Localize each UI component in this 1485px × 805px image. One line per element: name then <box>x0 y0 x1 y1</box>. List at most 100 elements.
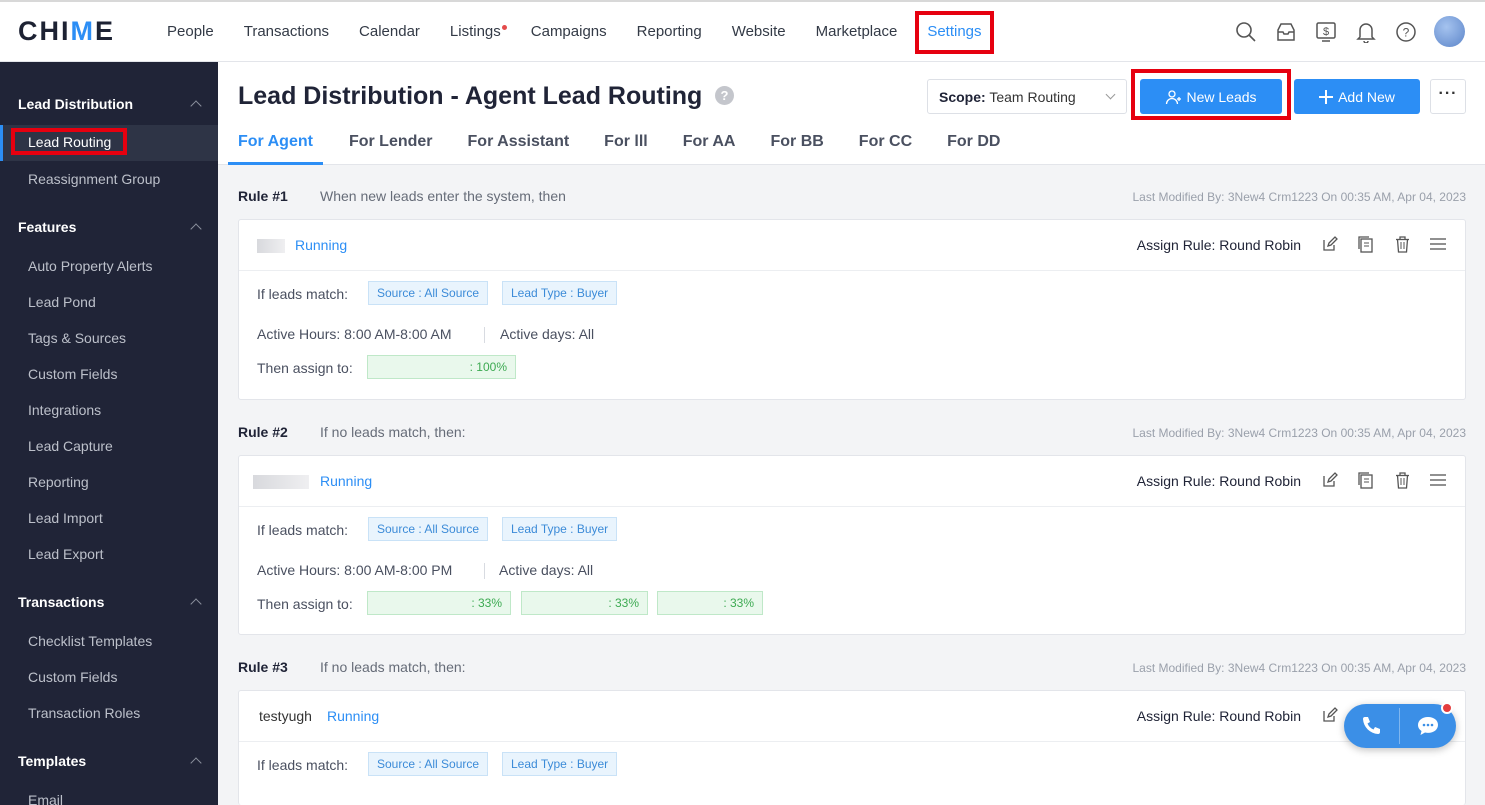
rule-description: If no leads match, then: <box>320 659 466 675</box>
rule-card: testyugh Running Assign Rule: Round Robi… <box>238 690 1466 805</box>
assign-rule-label: Assign Rule: Round Robin <box>1136 708 1301 724</box>
chevron-up-icon[interactable] <box>190 100 202 112</box>
drag-handle-icon[interactable] <box>1429 235 1447 253</box>
sidebar-item-lead-import[interactable]: Lead Import <box>28 510 103 526</box>
nav-people[interactable]: People <box>152 2 229 62</box>
tab-for-aa[interactable]: For AA <box>683 133 736 165</box>
tab-for-agent[interactable]: For Agent <box>228 133 323 165</box>
rule-description: If no leads match, then: <box>320 424 466 440</box>
assign-label: Then assign to: <box>257 596 353 612</box>
status-running: Running <box>295 237 348 253</box>
rule-description: When new leads enter the system, then <box>320 188 566 204</box>
sidebar-item-integrations[interactable]: Integrations <box>28 402 101 418</box>
assignee-chip: : 33% <box>657 591 763 615</box>
source-tag: Source : All Source <box>368 281 489 305</box>
status-running: Running <box>327 708 380 724</box>
assign-rule-label: Assign Rule: Round Robin <box>1136 473 1301 489</box>
lead-type-tag: Lead Type : Buyer <box>502 281 618 305</box>
tab-for-cc[interactable]: For CC <box>859 133 912 165</box>
nav-listings[interactable]: Listings <box>435 2 516 62</box>
nav-calendar[interactable]: Calendar <box>344 2 435 62</box>
active-hours: Active Hours: 8:00 AM-8:00 PM <box>257 562 453 578</box>
source-tag: Source : All Source <box>368 752 489 776</box>
drag-handle-icon[interactable] <box>1429 471 1447 489</box>
search-icon[interactable] <box>1234 20 1258 44</box>
avatar[interactable] <box>1434 16 1465 47</box>
tab-for-lender[interactable]: For Lender <box>349 133 433 165</box>
page-title: Lead Distribution - Agent Lead Routing <box>238 82 703 110</box>
divider <box>1399 708 1400 744</box>
sidebar-item-reporting[interactable]: Reporting <box>28 474 89 490</box>
add-new-button[interactable]: Add New <box>1294 79 1420 114</box>
rule-header: Rule #3 If no leads match, then: Last Mo… <box>238 659 1466 675</box>
rule-header: Rule #2 If no leads match, then: Last Mo… <box>238 424 1466 440</box>
help-icon[interactable]: ? <box>715 86 734 105</box>
new-leads-button[interactable]: New Leads <box>1140 79 1282 114</box>
sidebar-item-email[interactable]: Email <box>28 792 63 805</box>
assignee-chip: : 100% <box>367 355 516 379</box>
top-navbar: CHIME People Transactions Calendar Listi… <box>0 0 1485 62</box>
copy-icon[interactable] <box>1357 471 1375 489</box>
nav-marketplace[interactable]: Marketplace <box>801 2 913 62</box>
sidebar-item-auto-property-alerts[interactable]: Auto Property Alerts <box>28 258 153 274</box>
main-content: Lead Distribution - Agent Lead Routing ?… <box>218 62 1485 805</box>
phone-icon[interactable] <box>1360 715 1382 742</box>
more-options-button[interactable]: ··· <box>1430 79 1466 114</box>
sidebar-item-tags-sources[interactable]: Tags & Sources <box>28 330 126 346</box>
edit-icon[interactable] <box>1321 235 1339 253</box>
redacted-name <box>253 475 309 489</box>
active-days: Active days: All <box>500 326 595 342</box>
notification-dot <box>501 25 507 30</box>
edit-icon[interactable] <box>1321 706 1339 724</box>
sidebar-item-custom-fields[interactable]: Custom Fields <box>28 366 117 382</box>
sidebar-item-lead-export[interactable]: Lead Export <box>28 546 104 562</box>
chevron-up-icon[interactable] <box>190 757 202 769</box>
rule-number: Rule #3 <box>238 659 288 675</box>
nav-campaigns[interactable]: Campaigns <box>516 2 622 62</box>
inbox-icon[interactable] <box>1274 20 1298 44</box>
call-chat-widget <box>1344 704 1456 748</box>
nav-website[interactable]: Website <box>717 2 801 62</box>
copy-icon[interactable] <box>1357 235 1375 253</box>
chat-icon[interactable] <box>1416 715 1440 742</box>
chevron-up-icon[interactable] <box>190 598 202 610</box>
sidebar-item-reassignment-group[interactable]: Reassignment Group <box>28 171 160 187</box>
rule-name: testyugh <box>259 708 312 724</box>
sidebar-item-lead-pond[interactable]: Lead Pond <box>28 294 96 310</box>
chevron-up-icon[interactable] <box>190 223 202 235</box>
rule-header: Rule #1 When new leads enter the system,… <box>238 188 1466 204</box>
trash-icon[interactable] <box>1393 235 1411 253</box>
nav-settings[interactable]: Settings <box>915 10 994 54</box>
tab-for-lll[interactable]: For lll <box>604 133 648 165</box>
bell-icon[interactable] <box>1354 20 1378 44</box>
sidebar-section-lead-distribution[interactable]: Lead Distribution <box>18 96 133 112</box>
help-icon[interactable]: ? <box>1394 20 1418 44</box>
sidebar-item-transaction-custom-fields[interactable]: Custom Fields <box>28 669 117 685</box>
scope-select[interactable]: Scope: Team Routing <box>927 79 1127 114</box>
status-running: Running <box>320 473 373 489</box>
rule-modified-meta: Last Modified By: 3New4 Crm1223 On 00:35… <box>1132 426 1466 440</box>
nav-transactions[interactable]: Transactions <box>229 2 344 62</box>
trash-icon[interactable] <box>1393 471 1411 489</box>
match-label: If leads match: <box>257 286 349 302</box>
nav-reporting[interactable]: Reporting <box>622 2 717 62</box>
sidebar-section-features[interactable]: Features <box>18 219 76 235</box>
tab-for-dd[interactable]: For DD <box>947 133 1000 165</box>
svg-text:?: ? <box>1403 25 1410 39</box>
tab-for-assistant[interactable]: For Assistant <box>468 133 570 165</box>
sidebar-item-checklist-templates[interactable]: Checklist Templates <box>28 633 152 649</box>
tab-for-bb[interactable]: For BB <box>770 133 823 165</box>
sidebar-section-templates[interactable]: Templates <box>18 753 86 769</box>
divider <box>484 563 485 579</box>
settings-sidebar: Lead Distribution Lead Routing Reassignm… <box>0 62 218 805</box>
sidebar-item-lead-capture[interactable]: Lead Capture <box>28 438 113 454</box>
sidebar-section-transactions[interactable]: Transactions <box>18 594 104 610</box>
sidebar-item-lead-routing[interactable]: Lead Routing <box>11 128 128 155</box>
edit-icon[interactable] <box>1321 471 1339 489</box>
assignee-chip: : 33% <box>367 591 511 615</box>
lead-type-tag: Lead Type : Buyer <box>502 752 618 776</box>
chime-logo[interactable]: CHIME <box>18 16 115 47</box>
svg-text:$: $ <box>1323 26 1329 38</box>
sidebar-item-transaction-roles[interactable]: Transaction Roles <box>28 705 140 721</box>
billing-icon[interactable]: $ <box>1314 20 1338 44</box>
